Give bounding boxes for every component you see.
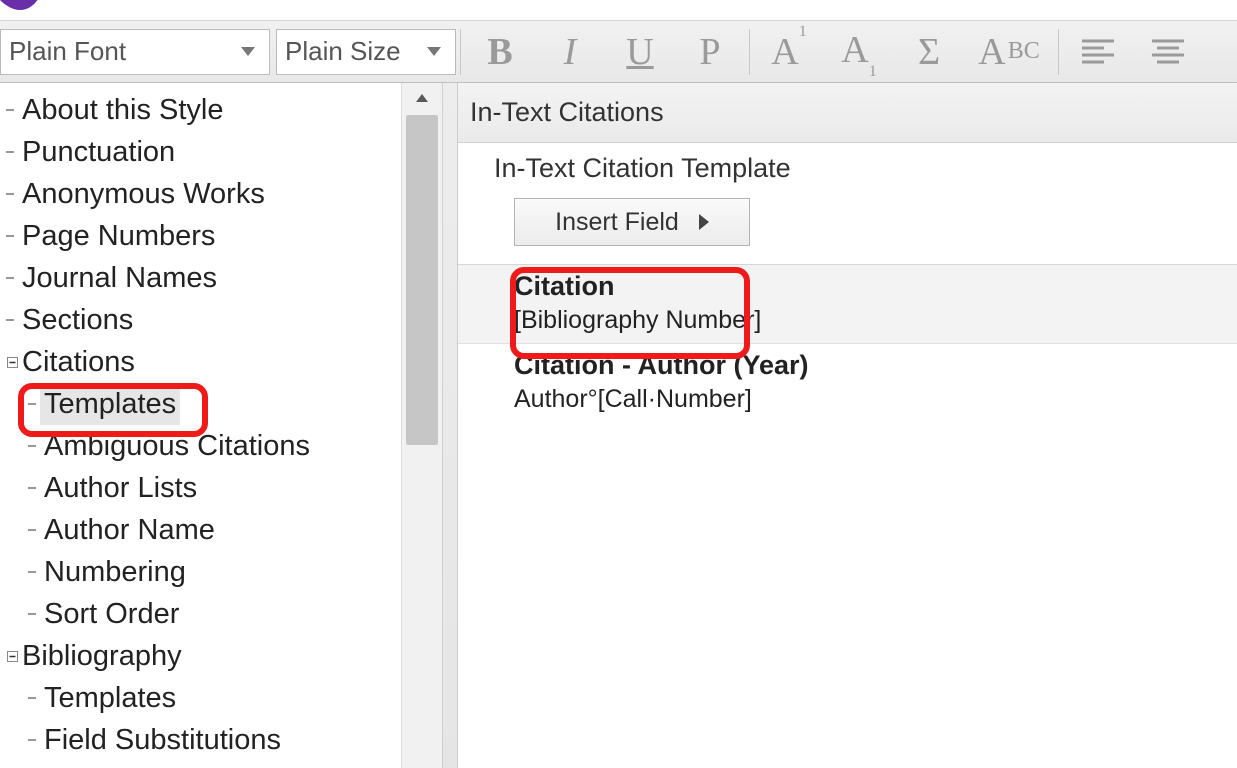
tree-branch-icon — [6, 87, 16, 129]
tree-item-label: Author Lists — [40, 467, 201, 509]
tree-item-label: Citations — [18, 341, 139, 383]
citation-block-body[interactable]: [Bibliography Number] — [514, 306, 1237, 335]
menu-bar: — — ——— —— — —— — — [0, 0, 1237, 20]
tree-item-label: Anonymous Works — [18, 173, 269, 215]
triangle-right-icon — [699, 214, 709, 230]
tree-item-label: Journal Names — [18, 257, 221, 299]
tree-item-label: Templates — [40, 677, 180, 719]
separator — [460, 29, 461, 75]
app-logo-fragment — [0, 0, 40, 20]
tree-branch-icon — [6, 255, 16, 297]
tree-item-templates[interactable]: Templates — [0, 383, 403, 425]
formatting-toolbar: Plain Font Plain Size B I U P A1 A1 Σ AB… — [0, 20, 1237, 83]
collapse-icon[interactable] — [6, 651, 18, 662]
font-combo[interactable]: Plain Font — [0, 29, 270, 75]
tree-item-field-substitutions[interactable]: Field Substitutions — [0, 719, 403, 761]
citation-template-block[interactable]: Citation [Bibliography Number] — [458, 265, 1237, 344]
tree-branch-icon — [6, 297, 16, 339]
tree-branch-icon — [28, 717, 38, 759]
tree-item-templates[interactable]: Templates — [0, 677, 403, 719]
scrollbar[interactable] — [401, 83, 442, 768]
tree-item-label: Sections — [18, 299, 137, 341]
tree-item-label: Author Name — [40, 509, 219, 551]
template-editor[interactable]: Citation [Bibliography Number] Citation - … — [458, 264, 1237, 422]
tree-item-ambiguous-citations[interactable]: Ambiguous Citations — [0, 425, 403, 467]
tree-item-label: Ambiguous Citations — [40, 425, 314, 467]
tree-item-anonymous-works[interactable]: Anonymous Works — [0, 173, 403, 215]
superscript-button[interactable]: A1 — [754, 21, 824, 82]
tree-branch-icon — [6, 213, 16, 255]
bold-button[interactable]: B — [465, 21, 535, 82]
tree-branch-icon — [6, 129, 16, 171]
separator — [749, 29, 750, 75]
tree-branch-icon — [28, 381, 38, 423]
tree-item-sections[interactable]: Sections — [0, 299, 403, 341]
align-left-button[interactable] — [1063, 21, 1133, 82]
tree-item-numbering[interactable]: Numbering — [0, 551, 403, 593]
tree-item-author-lists[interactable]: Author Lists — [0, 467, 403, 509]
tree-item-author-name[interactable]: Author Name — [0, 509, 403, 551]
symbol-button[interactable]: Σ — [894, 21, 964, 82]
scrollbar-thumb[interactable] — [406, 115, 438, 445]
tree-item-label: Bibliography — [18, 635, 186, 677]
editor-panel: In-Text Citations In-Text Citation Templ… — [458, 83, 1237, 768]
tree-item-label: About this Style — [18, 89, 228, 131]
tree-item-journal-names[interactable]: Journal Names — [0, 257, 403, 299]
panel-subheader: In-Text Citation Template — [458, 143, 1237, 198]
separator — [1058, 29, 1059, 75]
italic-button[interactable]: I — [535, 21, 605, 82]
subscript-button[interactable]: A1 — [824, 21, 894, 82]
citation-block-heading: Citation — [514, 271, 1237, 302]
size-combo[interactable]: Plain Size — [276, 29, 456, 75]
sidebar: About this StylePunctuationAnonymous Wor… — [0, 83, 443, 768]
tree-item-citations[interactable]: Citations — [0, 341, 403, 383]
smallcaps-button[interactable]: ABC — [964, 21, 1054, 82]
chevron-down-icon — [427, 47, 441, 56]
tree-branch-icon — [28, 591, 38, 633]
citation-block-body[interactable]: Author°[Call·Number] — [514, 385, 1237, 414]
tree-item-label: Templates — [40, 383, 180, 425]
citation-template-block[interactable]: Citation - Author (Year) Author°[Call·Num… — [458, 344, 1237, 422]
scroll-up-button[interactable] — [402, 83, 442, 113]
insert-field-button[interactable]: Insert Field — [514, 198, 750, 246]
tree-item-label: Sort Order — [40, 593, 183, 635]
align-center-button[interactable] — [1133, 21, 1203, 82]
font-combo-value: Plain Font — [9, 36, 126, 67]
size-combo-value: Plain Size — [285, 36, 401, 67]
panel-header: In-Text Citations — [458, 83, 1237, 143]
tree-item-about-this-style[interactable]: About this Style — [0, 89, 403, 131]
tree-item-sort-order[interactable]: Sort Order — [0, 593, 403, 635]
tree-item-label: Field Substitutions — [40, 719, 285, 761]
tree-item-label: Punctuation — [18, 131, 179, 173]
tree-item-bibliography[interactable]: Bibliography — [0, 635, 403, 677]
style-tree[interactable]: About this StylePunctuationAnonymous Wor… — [0, 83, 403, 768]
tree-branch-icon — [6, 171, 16, 213]
tree-branch-icon — [28, 465, 38, 507]
tree-item-page-numbers[interactable]: Page Numbers — [0, 215, 403, 257]
tree-branch-icon — [28, 675, 38, 717]
tree-branch-icon — [28, 549, 38, 591]
panel-gutter — [443, 83, 458, 768]
tree-branch-icon — [28, 507, 38, 549]
plain-button[interactable]: P — [675, 21, 745, 82]
tree-item-label: Numbering — [40, 551, 190, 593]
collapse-icon[interactable] — [6, 357, 18, 368]
chevron-down-icon — [241, 47, 255, 56]
tree-branch-icon — [28, 423, 38, 465]
tree-item-label: Page Numbers — [18, 215, 219, 257]
tree-item-punctuation[interactable]: Punctuation — [0, 131, 403, 173]
citation-block-heading: Citation - Author (Year) — [514, 350, 1237, 381]
underline-button[interactable]: U — [605, 21, 675, 82]
